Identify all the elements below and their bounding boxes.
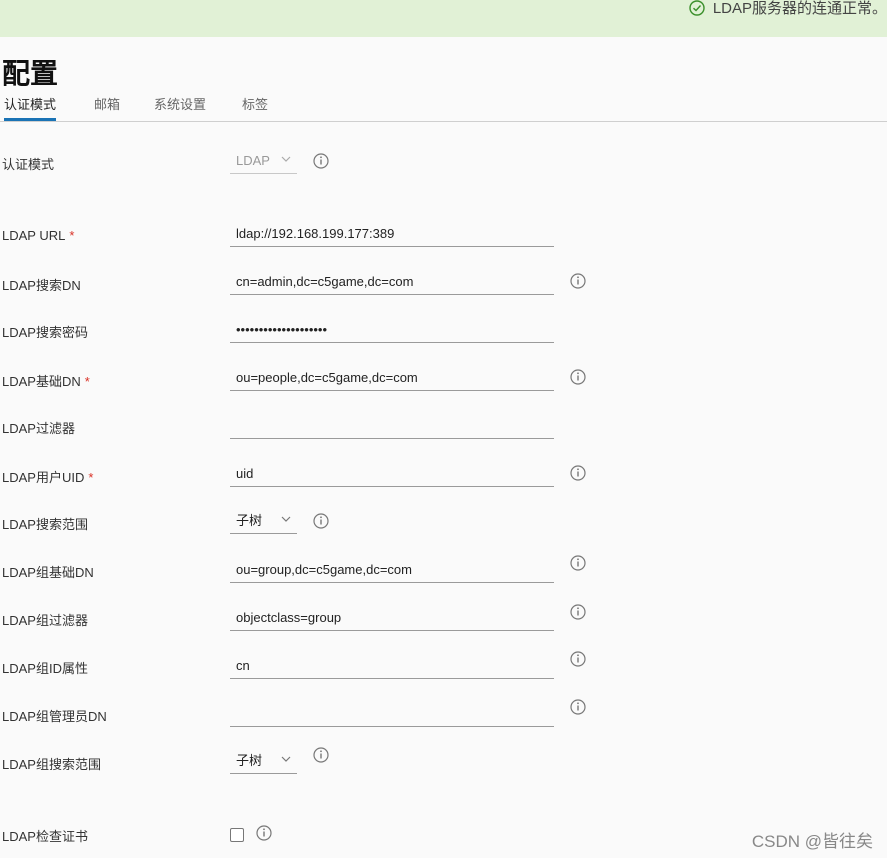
group-id-attr-label: LDAP组ID属性 xyxy=(2,661,88,676)
verify-cert-checkbox[interactable] xyxy=(230,828,244,842)
group-search-scope-value: 子树 xyxy=(236,753,263,768)
info-icon[interactable] xyxy=(570,604,586,620)
base-dn-label-text: LDAP基础DN xyxy=(2,374,81,389)
auth-mode-value: LDAP xyxy=(236,153,270,168)
status-text: LDAP服务器的连通正常。 xyxy=(712,0,887,17)
info-icon[interactable] xyxy=(313,747,329,763)
search-password-input[interactable]: •••••••••••••••••••• xyxy=(230,319,554,343)
status-banner: LDAP服务器的连通正常。 xyxy=(0,0,887,37)
required-marker: * xyxy=(84,374,90,389)
watermark: CSDN @皆往矣 xyxy=(751,832,873,851)
filter-input[interactable] xyxy=(230,415,554,439)
info-icon[interactable] xyxy=(313,513,329,529)
search-scope-value: 子树 xyxy=(236,513,263,528)
search-scope-label: LDAP搜索范围 xyxy=(2,517,88,532)
uid-label-text: LDAP用户UID xyxy=(2,470,85,485)
ldap-url-label: LDAP URL * xyxy=(2,228,74,243)
tab-auth-mode[interactable]: 认证模式 xyxy=(4,96,57,121)
group-admin-dn-input[interactable] xyxy=(230,703,554,727)
verify-cert-label: LDAP检查证书 xyxy=(2,829,88,844)
group-filter-label: LDAP组过滤器 xyxy=(2,613,88,628)
uid-label: LDAP用户UID * xyxy=(2,467,93,486)
info-icon[interactable] xyxy=(570,273,586,289)
info-icon[interactable] xyxy=(256,825,272,841)
ldap-url-input[interactable]: ldap://192.168.199.177:389 xyxy=(230,223,554,247)
auth-mode-select[interactable]: LDAP xyxy=(230,150,297,174)
group-search-scope-label: LDAP组搜索范围 xyxy=(2,757,101,772)
chevron-down-icon xyxy=(281,516,291,522)
required-marker: * xyxy=(88,470,94,485)
info-icon[interactable] xyxy=(570,555,586,571)
filter-label: LDAP过滤器 xyxy=(2,421,75,436)
info-icon[interactable] xyxy=(570,369,586,385)
ldap-url-label-text: LDAP URL xyxy=(2,228,66,243)
tab-bar: 认证模式 邮箱 系统设置 标签 xyxy=(0,96,887,122)
group-base-dn-input[interactable]: ou=group,dc=c5game,dc=com xyxy=(230,559,554,583)
group-base-dn-label: LDAP组基础DN xyxy=(2,565,94,580)
search-scope-select[interactable]: 子树 xyxy=(230,510,297,534)
status-message: LDAP服务器的连通正常。 xyxy=(689,0,887,18)
base-dn-input[interactable]: ou=people,dc=c5game,dc=com xyxy=(230,367,554,391)
search-password-label: LDAP搜索密码 xyxy=(2,325,88,340)
info-icon[interactable] xyxy=(313,153,329,169)
chevron-down-icon xyxy=(281,756,291,762)
base-dn-label: LDAP基础DN * xyxy=(2,371,90,390)
tab-system-settings[interactable]: 系统设置 xyxy=(154,96,206,120)
search-dn-label: LDAP搜索DN xyxy=(2,278,81,293)
group-search-scope-select[interactable]: 子树 xyxy=(230,750,297,774)
uid-input[interactable]: uid xyxy=(230,463,554,487)
group-id-attr-input[interactable]: cn xyxy=(230,655,554,679)
auth-mode-label-text: 认证模式 xyxy=(2,157,55,172)
info-icon[interactable] xyxy=(570,465,586,481)
auth-mode-label: 认证模式 xyxy=(2,154,54,173)
chevron-down-icon xyxy=(281,156,291,162)
required-marker: * xyxy=(69,228,75,243)
info-icon[interactable] xyxy=(570,651,586,667)
search-dn-input[interactable]: cn=admin,dc=c5game,dc=com xyxy=(230,271,554,295)
info-icon[interactable] xyxy=(570,699,586,715)
group-admin-dn-label: LDAP组管理员DN xyxy=(2,709,107,724)
page-body xyxy=(0,37,887,858)
tab-labels[interactable]: 标签 xyxy=(242,96,268,120)
check-circle-icon xyxy=(689,0,705,16)
tab-email[interactable]: 邮箱 xyxy=(94,96,120,120)
group-filter-input[interactable]: objectclass=group xyxy=(230,607,554,631)
page-title: 配置 xyxy=(2,58,59,89)
